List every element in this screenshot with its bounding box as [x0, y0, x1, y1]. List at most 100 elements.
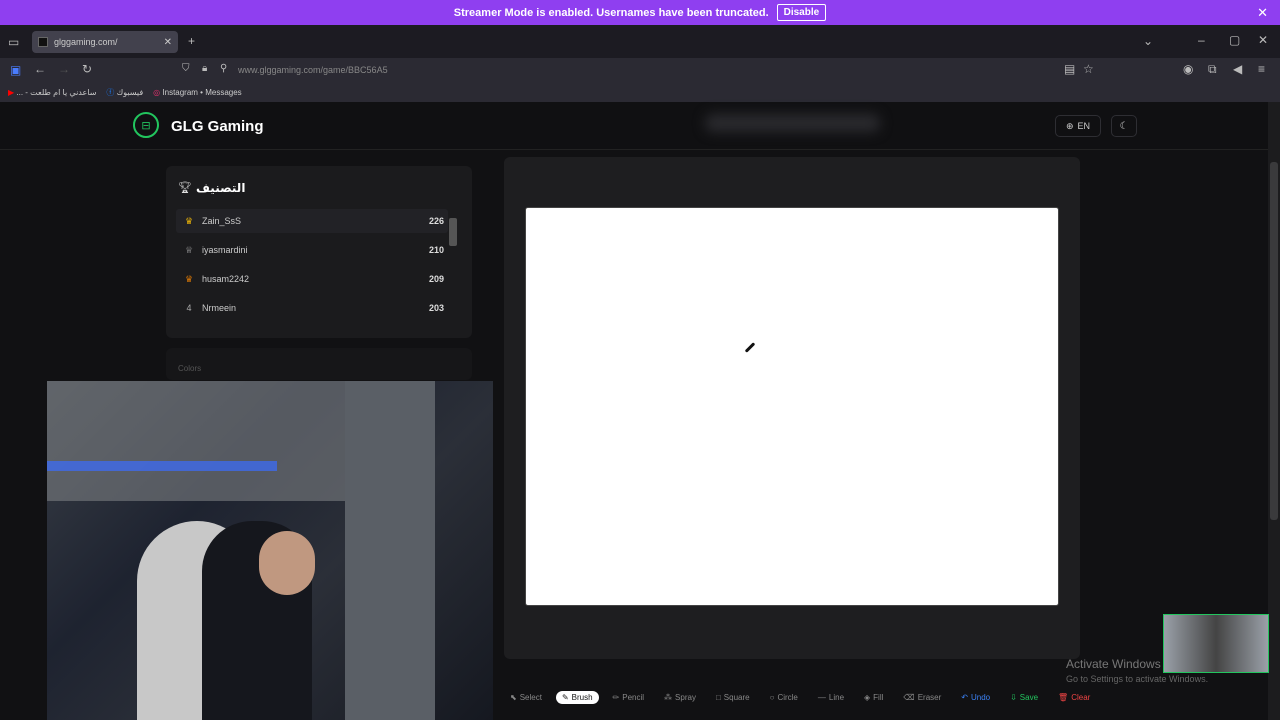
globe-icon: ⊕ [1065, 120, 1074, 131]
eraser-icon: ⌫ [903, 692, 915, 702]
player-name: husam2242 [202, 274, 250, 284]
webcam-overlay [47, 381, 493, 720]
drawing-canvas[interactable] [525, 207, 1059, 606]
audio-icon[interactable]: ◀ [1233, 63, 1242, 75]
leaderboard-row: ♕ iyasmardini 210 [176, 238, 448, 262]
youtube-icon: ▶ [8, 87, 15, 97]
moon-icon: ☾ [1119, 120, 1129, 132]
forward-icon[interactable]: → [58, 63, 70, 75]
leaderboard-title: التصنيف [196, 181, 246, 195]
fill-icon: ◈ [864, 692, 871, 702]
player-name: Zain_SsS [202, 216, 242, 226]
gamepad-icon: ⊟ [133, 112, 159, 138]
bookmark-youtube[interactable]: ▶ ... - ساعدني يا ام طلعت [8, 88, 96, 97]
colors-label: Colors [178, 364, 202, 373]
tool-select[interactable]: ⬉ Select [504, 691, 548, 704]
bookmark-star-icon[interactable]: ☆ [1083, 63, 1094, 75]
tab-title: glggaming.com/ [54, 37, 118, 47]
leaderboard-row: 4 Nrmeein 203 [176, 296, 448, 320]
leaderboard-panel: 🏆︎ التصنيف ♛ Zain_SsS 226 ♕ iyasmardini … [166, 166, 472, 338]
tool-clear[interactable]: 🗑︎ Clear [1052, 691, 1096, 704]
close-tab-icon[interactable]: ✕ [164, 37, 172, 48]
square-icon: □ [715, 692, 721, 702]
permissions-icon[interactable]: ⚲ [220, 64, 227, 74]
blurred-region [705, 114, 880, 132]
tool-undo[interactable]: ↶ Undo [955, 691, 996, 704]
clear-icon: 🗑︎ [1058, 692, 1069, 702]
instagram-icon: ◎ [153, 87, 161, 97]
language-button[interactable]: ⊕ EN [1055, 115, 1101, 137]
url-field[interactable]: www.glggaming.com/game/BBC56A5 [238, 65, 388, 75]
tool-pencil[interactable]: ✏ Pencil [607, 691, 651, 704]
sidebar-icon[interactable]: ▣ [10, 64, 21, 76]
line-icon: — [817, 692, 826, 702]
colors-panel: Colors [166, 348, 472, 380]
player-score: 209 [428, 274, 444, 284]
leaderboard-scrollbar[interactable] [449, 218, 457, 246]
window-close-icon[interactable]: ✕ [1258, 34, 1268, 46]
nav-bar: ▣ ← → ↻ ⛉ 🔒︎ ⚲ ▤ ☆ ◉ ⧉ ◀ ≡ [0, 58, 1280, 82]
tool-circle[interactable]: ○ Circle [764, 691, 804, 704]
account-icon[interactable]: ◉ [1183, 63, 1193, 75]
activate-windows-title: Activate Windows [1066, 657, 1161, 671]
player-rank: 4 [186, 303, 192, 313]
silver-trophy-icon: ♕ [184, 244, 194, 255]
tool-brush[interactable]: ✎ Brush [555, 690, 599, 704]
banner-message: Streamer Mode is enabled. Usernames have… [453, 6, 769, 19]
bookmark-instagram[interactable]: ◎ Instagram • Messages [153, 88, 242, 97]
player-name: iyasmardini [202, 245, 248, 255]
language-label: EN [1077, 121, 1091, 131]
bronze-medal-icon: ♛ [184, 273, 194, 284]
shield-icon[interactable]: ⛉ [182, 64, 190, 74]
lock-icon[interactable]: 🔒︎ [202, 64, 207, 74]
theme-toggle[interactable]: ☾ [1111, 115, 1137, 137]
drawing-toolbar: ⬉ Select ✎ Brush ✏ Pencil ⁂ Spray □ Square ○ C… [504, 687, 1090, 707]
leaderboard-row: ♛ husam2242 209 [176, 267, 448, 291]
site-header: ⊟ GLG Gaming ⊕ EN ☾ [0, 102, 1268, 150]
tab-list-icon[interactable]: ⌄ [1143, 35, 1153, 47]
close-banner-icon[interactable]: ✕ [1257, 5, 1268, 21]
player-score: 226 [428, 216, 444, 226]
new-tab-icon[interactable]: + [188, 35, 195, 47]
circle-icon: ○ [769, 692, 775, 702]
cam-led-strip [47, 461, 277, 471]
select-icon: ⬉ [510, 692, 517, 702]
extensions-icon[interactable]: ⧉ [1208, 63, 1217, 75]
trophy-icon: 🏆︎ [178, 182, 192, 194]
favicon-icon [38, 37, 48, 47]
reader-icon[interactable]: ▤ [1064, 63, 1075, 75]
bookmarks-bar: ▶ ... - ساعدني يا ام طلعت ⓕ فيسبوك ◎ Ins… [0, 82, 1280, 102]
reload-icon[interactable]: ↻ [82, 63, 92, 75]
minimize-icon[interactable]: – [1198, 34, 1205, 46]
player-score: 210 [428, 245, 444, 255]
tool-eraser[interactable]: ⌫ Eraser [897, 691, 947, 704]
disable-button[interactable]: Disable [776, 4, 827, 21]
maximize-icon[interactable]: ▢ [1229, 34, 1240, 46]
bookmark-facebook[interactable]: ⓕ فيسبوك [106, 87, 143, 98]
page-scrollbar[interactable] [1268, 102, 1280, 720]
logo-text[interactable]: GLG Gaming [171, 118, 264, 135]
activate-windows-sub: Go to Settings to activate Windows. [1066, 674, 1209, 684]
canvas-container [504, 157, 1080, 659]
save-icon: ⇩ [1010, 692, 1017, 702]
browser-tab[interactable]: glggaming.com/ ✕ [32, 31, 178, 53]
tool-save[interactable]: ⇩ Save [1004, 691, 1044, 704]
tool-fill[interactable]: ◈ Fill [858, 691, 889, 704]
tab-overview-icon[interactable]: ▭ [8, 36, 19, 48]
streamer-mode-banner: Streamer Mode is enabled. Usernames have… [0, 0, 1280, 25]
menu-icon[interactable]: ≡ [1258, 63, 1265, 75]
scrollbar-thumb[interactable] [1270, 162, 1278, 520]
tool-spray[interactable]: ⁂ Spray [658, 691, 702, 704]
back-icon[interactable]: ← [34, 63, 46, 75]
cam-face [259, 531, 315, 595]
leaderboard-row: ♛ Zain_SsS 226 [176, 209, 448, 233]
player-name: Nrmeein [202, 303, 237, 313]
crown-icon: ♛ [184, 215, 194, 226]
brush-icon: ✎ [561, 692, 569, 702]
tool-line[interactable]: — Line [812, 691, 850, 704]
pip-webcam[interactable] [1163, 614, 1269, 673]
tool-square[interactable]: □ Square [710, 691, 756, 704]
undo-icon: ↶ [961, 692, 968, 702]
tab-bar: ▭ glggaming.com/ ✕ + ⌄ – ▢ ✕ [0, 25, 1280, 58]
brush-stroke [744, 342, 756, 353]
